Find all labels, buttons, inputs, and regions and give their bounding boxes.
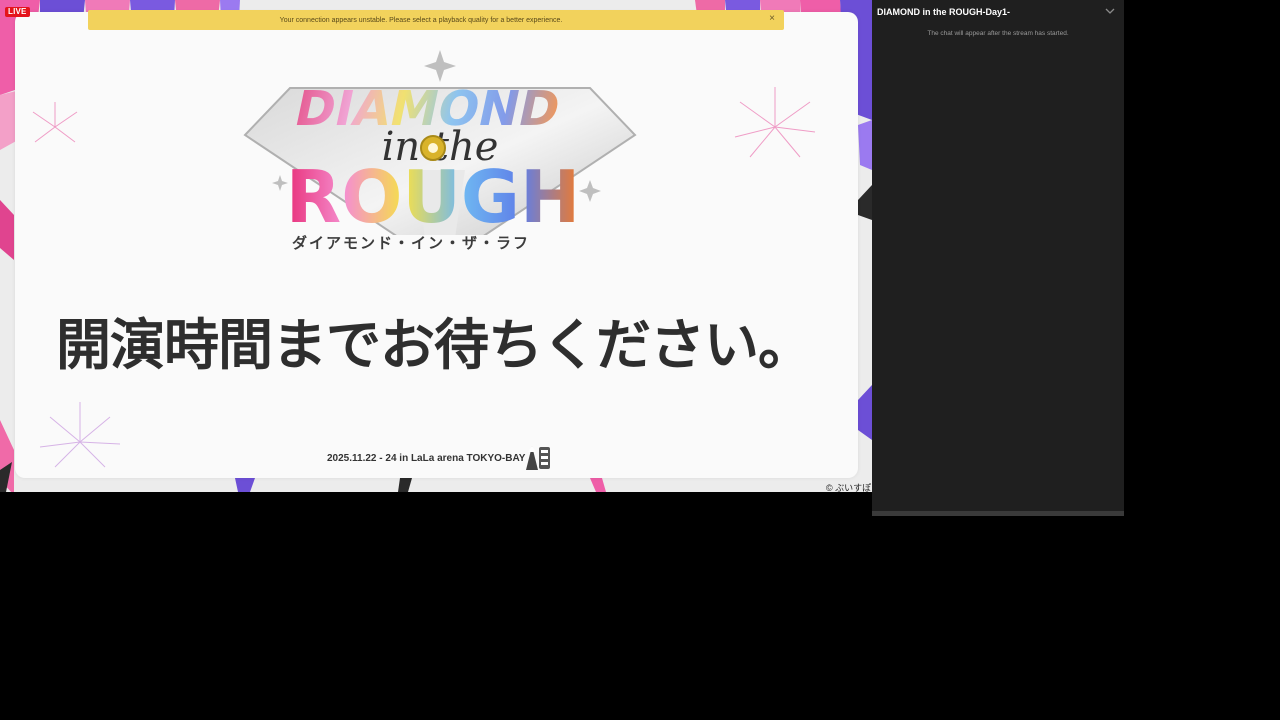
chevron-down-icon[interactable] bbox=[1104, 5, 1116, 17]
chat-footer-bar bbox=[872, 511, 1124, 516]
banner-close-button[interactable]: × bbox=[769, 13, 775, 25]
chat-panel: DIAMOND in the ROUGH-Day1- The chat will… bbox=[872, 0, 1124, 516]
logo-kana-subtitle: ダイアモンド・イン・ザ・ラフ bbox=[292, 234, 531, 252]
live-badge: LIVE bbox=[5, 7, 30, 17]
banner-message: Your connection appears unstable. Please… bbox=[279, 16, 563, 24]
copyright-text: © ぶいすぽ bbox=[826, 483, 872, 492]
chat-header: DIAMOND in the ROUGH-Day1- bbox=[872, 0, 1124, 24]
event-date-venue: 2025.11.22 - 24 in LaLa arena TOKYO-BAY bbox=[327, 453, 526, 464]
standby-message: 開演時間までお待ちください。 bbox=[56, 313, 813, 377]
vspo-2025-logo-icon bbox=[526, 446, 550, 470]
event-logo: DIAMOND in the ROUGH bbox=[243, 50, 637, 235]
connection-warning-banner: Your connection appears unstable. Please… bbox=[88, 10, 784, 30]
logo-rough-text: ROUGH bbox=[286, 155, 580, 235]
video-player[interactable]: LIVE Your connection appears unstable. P… bbox=[0, 0, 872, 492]
chat-placeholder-text: The chat will appear after the stream ha… bbox=[927, 30, 1069, 37]
chat-stream-title: DIAMOND in the ROUGH-Day1- bbox=[877, 7, 1011, 17]
